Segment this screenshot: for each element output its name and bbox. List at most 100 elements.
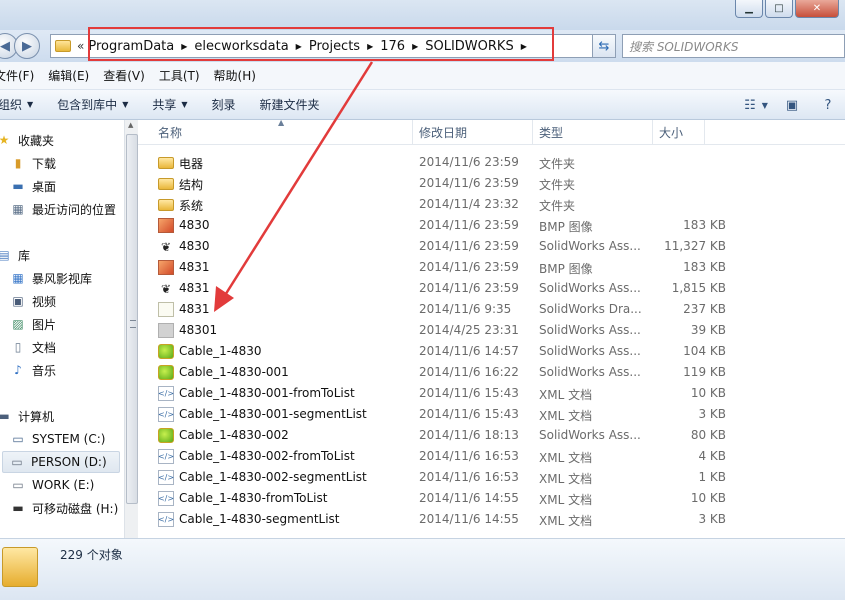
file-row[interactable]: Cable_1-4830 2014/11/6 14:57 SolidWorks As…	[138, 341, 845, 362]
nav-favorites[interactable]: ★ 收藏夹	[0, 129, 54, 151]
file-size: 183 KB	[683, 218, 726, 232]
solidworks-assembly-icon: ❦	[160, 281, 172, 296]
include-library-button[interactable]: 包含到库中 ▼	[45, 96, 140, 113]
file-row[interactable]: Cable_1-4830-001 2014/11/6 16:22 SolidWork…	[138, 362, 845, 383]
preview-pane-icon[interactable]: ▣	[783, 98, 801, 113]
breadcrumb-item[interactable]: SOLIDWORKS ▶	[425, 39, 534, 54]
column-size[interactable]: 大小	[653, 120, 705, 145]
menu-bar: 文件(F) 编辑(E) 查看(V) 工具(T) 帮助(H)	[0, 62, 845, 90]
breadcrumb-arrow-icon[interactable]: ▶	[181, 42, 187, 51]
address-bar[interactable]: « ProgramData ▶ elecworksdata ▶ Projects ▶ …	[50, 34, 616, 58]
nav-drive-d[interactable]: ▭ PERSON (D:)	[2, 451, 120, 473]
search-input[interactable]: 搜索 SOLIDWORKS	[622, 34, 845, 58]
file-row[interactable]: </> Cable_1-4830-002-fromToList 2014/11/6 …	[138, 446, 845, 467]
column-name[interactable]: 名称	[152, 120, 413, 145]
column-date[interactable]: 修改日期	[413, 120, 533, 145]
file-row[interactable]: </> Cable_1-4830-001-segmentList 2014/11/6…	[138, 404, 845, 425]
file-row[interactable]: </> Cable_1-4830-fromToList 2014/11/6 14:5…	[138, 488, 845, 509]
share-button[interactable]: 共享 ▼	[140, 96, 199, 113]
nav-drive-h[interactable]: ▬ 可移动磁盘 (H:)	[10, 497, 118, 519]
file-type: SolidWorks Ass...	[539, 344, 641, 358]
scrollbar-thumb[interactable]	[126, 134, 138, 504]
nav-libraries[interactable]: ▤ 库	[0, 244, 30, 266]
new-folder-button[interactable]: 新建文件夹	[248, 96, 332, 113]
nav-desktop[interactable]: ▬ 桌面	[10, 175, 56, 197]
file-row[interactable]: 4830 2014/11/6 23:59 BMP 图像 183 KB	[138, 215, 845, 236]
burn-button[interactable]: 刻录	[200, 96, 248, 113]
nav-drive-e[interactable]: ▭ WORK (E:)	[10, 474, 94, 496]
nav-storm[interactable]: ▦ 暴风影视库	[10, 267, 92, 289]
nav-videos[interactable]: ▣ 视频	[10, 290, 56, 312]
file-date: 2014/11/6 14:57	[419, 344, 519, 358]
file-row[interactable]: 系统 2014/11/4 23:32 文件夹	[138, 194, 845, 215]
command-bar: 组织 ▼ 包含到库中 ▼ 共享 ▼ 刻录 新建文件夹 ☷ ▼ ▣ ?	[0, 90, 845, 120]
xml-document-icon: </>	[158, 512, 174, 527]
file-row[interactable]: ❦ 4831 2014/11/6 23:59 SolidWorks Ass... 1,8…	[138, 278, 845, 299]
file-type: XML 文档	[539, 514, 593, 528]
file-type: SolidWorks Ass...	[539, 281, 641, 295]
file-size: 3 KB	[698, 407, 726, 421]
maximize-button[interactable]: □	[765, 0, 793, 18]
file-row[interactable]: 结构 2014/11/6 23:59 文件夹	[138, 173, 845, 194]
file-type: XML 文档	[539, 493, 593, 507]
menu-edit[interactable]: 编辑(E)	[41, 67, 96, 84]
file-row[interactable]: ❦ 4830 2014/11/6 23:59 SolidWorks Ass... 11,…	[138, 236, 845, 257]
file-row[interactable]: 电器 2014/11/6 23:59 文件夹	[138, 152, 845, 173]
removable-drive-icon: ▬	[12, 501, 24, 515]
breadcrumb-arrow-icon[interactable]: ▶	[521, 42, 527, 51]
organize-button[interactable]: 组织 ▼	[0, 96, 45, 113]
file-date: 2014/11/6 15:43	[419, 407, 519, 421]
nav-music[interactable]: ♪ 音乐	[10, 359, 56, 381]
file-date: 2014/4/25 23:31	[419, 323, 519, 337]
nav-computer[interactable]: ▬ 计算机	[0, 405, 54, 427]
file-name: Cable_1-4830	[179, 344, 262, 358]
file-size: 4 KB	[698, 449, 726, 463]
file-size: 104 KB	[683, 344, 726, 358]
nav-pictures[interactable]: ▨ 图片	[10, 313, 56, 335]
help-icon[interactable]: ?	[819, 98, 837, 113]
breadcrumb-item[interactable]: elecworksdata ▶	[194, 39, 308, 54]
menu-tools[interactable]: 工具(T)	[152, 67, 207, 84]
file-row[interactable]: </> Cable_1-4830-002-segmentList 2014/11/6…	[138, 467, 845, 488]
file-size: 1 KB	[698, 470, 726, 484]
media-library-icon: ▦	[12, 271, 24, 285]
file-row[interactable]: Cable_1-4830-002 2014/11/6 18:13 SolidWork…	[138, 425, 845, 446]
forward-button[interactable]: ▶	[14, 33, 40, 59]
nav-recent[interactable]: ▦ 最近访问的位置	[10, 198, 116, 220]
breadcrumb-item[interactable]: 176 ▶	[380, 39, 425, 54]
file-date: 2014/11/6 16:53	[419, 449, 519, 463]
file-row[interactable]: 48301 2014/4/25 23:31 SolidWorks Ass... 39 …	[138, 320, 845, 341]
file-size: 39 KB	[690, 323, 726, 337]
breadcrumb-arrow-icon[interactable]: ▶	[412, 42, 418, 51]
menu-view[interactable]: 查看(V)	[96, 67, 152, 84]
nav-downloads[interactable]: ▮ 下载	[10, 152, 56, 174]
file-row[interactable]: </> Cable_1-4830-segmentList 2014/11/6 14:…	[138, 509, 845, 530]
column-type[interactable]: 类型	[533, 120, 653, 145]
close-button[interactable]: ✕	[795, 0, 839, 18]
breadcrumb-overflow[interactable]: «	[77, 39, 84, 53]
xml-document-icon: </>	[158, 449, 174, 464]
file-type: XML 文档	[539, 388, 593, 402]
breadcrumb-item[interactable]: Projects ▶	[309, 39, 380, 54]
file-name: 4831	[179, 260, 210, 274]
nav-scrollbar[interactable]: ▲	[124, 120, 138, 538]
file-row[interactable]: </> Cable_1-4830-001-fromToList 2014/11/6 …	[138, 383, 845, 404]
minimize-button[interactable]: ▁	[735, 0, 763, 18]
breadcrumb-arrow-icon[interactable]: ▶	[367, 42, 373, 51]
refresh-button[interactable]: ⇆	[592, 34, 616, 58]
file-date: 2014/11/6 14:55	[419, 512, 519, 526]
menu-help[interactable]: 帮助(H)	[207, 67, 263, 84]
breadcrumb-arrow-icon[interactable]: ▶	[296, 42, 302, 51]
file-name: 4831	[179, 302, 210, 316]
file-row[interactable]: 4831 2014/11/6 9:35 SolidWorks Dra... 237 K…	[138, 299, 845, 320]
file-row[interactable]: 4831 2014/11/6 23:59 BMP 图像 183 KB	[138, 257, 845, 278]
nav-documents[interactable]: ▯ 文档	[10, 336, 56, 358]
file-name: 电器	[179, 157, 204, 171]
chevron-down-icon: ▼	[27, 100, 34, 109]
nav-drive-c[interactable]: ▭ SYSTEM (C:)	[10, 428, 105, 450]
breadcrumb-item[interactable]: ProgramData ▶	[88, 39, 194, 54]
menu-file[interactable]: 文件(F)	[0, 67, 41, 84]
file-name: 系统	[179, 199, 204, 213]
scroll-up-icon[interactable]: ▲	[128, 121, 133, 129]
view-options-icon[interactable]: ☷ ▼	[744, 98, 768, 113]
